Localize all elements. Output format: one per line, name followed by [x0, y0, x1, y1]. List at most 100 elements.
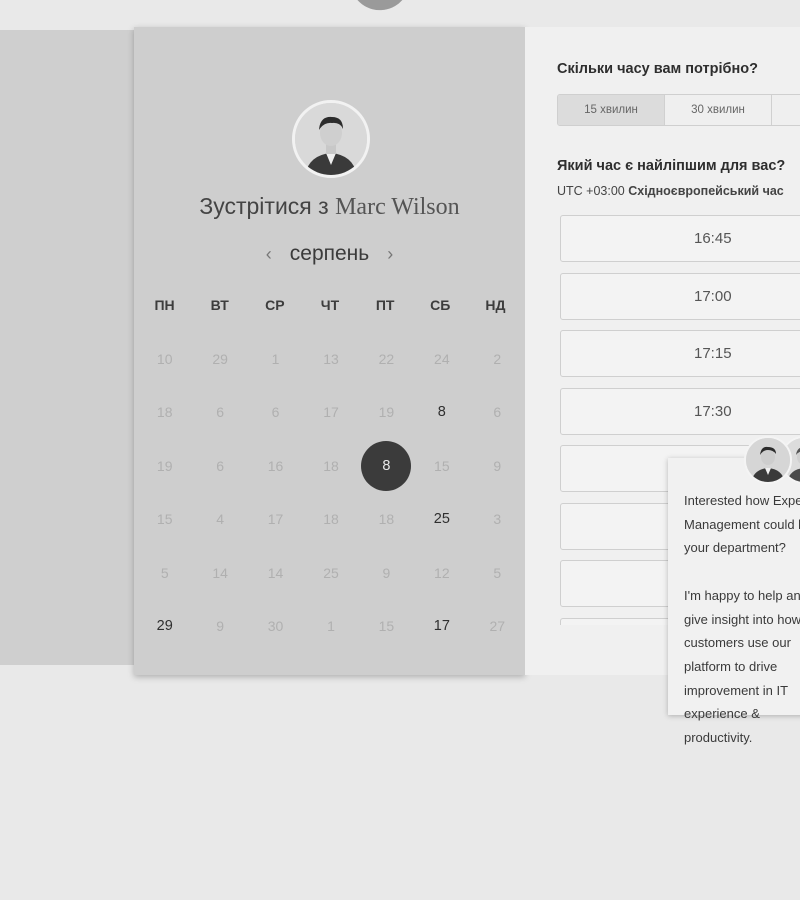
- weekday-label: СБ: [430, 297, 451, 313]
- time-slot-button[interactable]: 17:15: [560, 330, 800, 377]
- weekday-header: ПН ВТ СР ЧТ ПТ СБ НД: [137, 297, 523, 313]
- calendar-day-number: 15: [156, 511, 173, 528]
- calendar-day: 19: [359, 386, 414, 440]
- meeting-title: Зустрітися з Marc Wilson: [134, 193, 525, 221]
- calendar-week-row: 19 6 16 18 8 15 9: [137, 439, 525, 493]
- calendar-day-number: 17: [323, 404, 339, 421]
- calendar-day: 6: [470, 386, 525, 440]
- calendar-day-selected[interactable]: 8: [359, 439, 414, 493]
- chat-popup[interactable]: Interested how Expert Management could h…: [668, 458, 800, 745]
- calendar-day: 18: [303, 439, 358, 493]
- calendar-day-number: 18: [323, 511, 339, 528]
- duration-option-more[interactable]: [772, 95, 800, 125]
- weekday-label: ВТ: [210, 297, 229, 313]
- calendar-day[interactable]: 17: [414, 600, 469, 654]
- calendar-day-number: 1: [327, 618, 335, 635]
- timezone-offset: UTC +03:00: [557, 184, 625, 198]
- calendar-day: 3: [470, 493, 525, 547]
- weekday-label: СР: [265, 297, 285, 313]
- timezone-name: Східноєвропейський час: [628, 184, 784, 198]
- calendar-day-number: 14: [267, 564, 284, 581]
- weekday-label: НД: [485, 297, 506, 313]
- calendar-day-number: 25: [323, 564, 339, 581]
- calendar-day: 17: [248, 493, 303, 547]
- calendar-day-number: 24: [434, 350, 450, 367]
- top-decorative-shape: [350, 0, 414, 15]
- calendar-day-number: 2: [493, 350, 502, 367]
- host-name: Marc Wilson: [335, 194, 460, 220]
- next-month-chevron-icon[interactable]: ›: [383, 244, 397, 265]
- calendar-day-number: 29: [212, 350, 228, 367]
- calendar-day-number: 19: [378, 404, 395, 421]
- calendar-day-number: 12: [434, 564, 450, 581]
- calendar-day: 25: [303, 546, 358, 600]
- current-month: серпень: [289, 242, 370, 265]
- weekday-label: ЧТ: [320, 297, 340, 313]
- calendar-day: 15: [137, 493, 192, 547]
- calendar-day: 18: [137, 386, 192, 440]
- calendar-grid: 10 29 1 13 22 24 2 18 6 6 17 19 8 6 19 6 16 18 8 15 9 15 4 17 18…: [137, 332, 525, 653]
- calendar-day-number: 27: [489, 618, 506, 635]
- calendar-day: 9: [359, 546, 414, 600]
- calendar-day-number: 9: [493, 457, 502, 474]
- calendar-day: 4: [192, 493, 247, 547]
- duration-selector: 15 хвилин 30 хвилин: [557, 94, 800, 126]
- calendar-day[interactable]: 25: [414, 493, 469, 547]
- calendar-day-number: 18: [323, 457, 339, 474]
- calendar-day-number: 9: [216, 618, 225, 635]
- calendar-day-number: 6: [216, 457, 225, 474]
- host-avatar: [292, 100, 370, 178]
- calendar-day: 5: [470, 546, 525, 600]
- time-slot-button[interactable]: 17:30: [560, 387, 800, 435]
- calendar-week-row: 18 6 6 17 19 8 6: [137, 386, 525, 440]
- calendar-day-number: 6: [271, 404, 280, 421]
- calendar-day[interactable]: 29: [137, 600, 192, 654]
- calendar-day: 19: [137, 439, 192, 493]
- calendar-day[interactable]: 8: [414, 386, 469, 440]
- calendar-day-number: 6: [216, 404, 225, 421]
- time-slot-button[interactable]: 16:45: [560, 215, 800, 262]
- calendar-day-number: 22: [378, 350, 395, 367]
- calendar-day-number: 14: [212, 564, 228, 581]
- calendar-week-row: 15 4 17 18 18 25 3: [137, 493, 525, 547]
- calendar-day: 16: [248, 439, 303, 493]
- calendar-day: 6: [192, 439, 247, 493]
- calendar-day-number: 9: [382, 564, 391, 581]
- calendar-day: 5: [137, 546, 192, 600]
- calendar-day: 14: [248, 546, 303, 600]
- month-navigation: ‹ серпень ›: [134, 239, 525, 269]
- calendar-day: 27: [470, 600, 525, 654]
- time-slot-button[interactable]: 17:00: [560, 272, 800, 320]
- calendar-day-number: 17: [267, 511, 284, 528]
- calendar-day: 13: [303, 332, 358, 386]
- calendar-day: 1: [303, 600, 358, 654]
- calendar-day: 6: [248, 386, 303, 440]
- calendar-day-number: 29: [156, 618, 173, 635]
- calendar-day: 14: [192, 546, 247, 600]
- title-prefix: Зустрітися з: [199, 193, 329, 219]
- calendar-day: 9: [192, 600, 247, 654]
- calendar-day-number: 18: [378, 511, 395, 528]
- chat-avatar[interactable]: [744, 436, 792, 484]
- calendar-day-number: 8: [437, 404, 446, 421]
- backdrop-panel: [0, 30, 135, 665]
- calendar-day-number: 30: [267, 618, 284, 635]
- chat-message: Interested how Expert Management could h…: [684, 493, 800, 746]
- calendar-day-number: 25: [433, 511, 450, 528]
- weekday-label: ПН: [154, 297, 175, 313]
- calendar-day-number: 10: [156, 350, 173, 367]
- calendar-day: 18: [303, 493, 358, 547]
- calendar-day-number: 16: [267, 457, 284, 474]
- time-question: Який час є найліпшим для вас?: [557, 158, 786, 174]
- calendar-day-number: 17: [433, 618, 450, 635]
- calendar-week-row: 5 14 14 25 9 12 5: [137, 546, 525, 600]
- duration-option-15[interactable]: 15 хвилин: [558, 95, 665, 125]
- prev-month-chevron-icon[interactable]: ‹: [262, 244, 276, 265]
- calendar-day-number: 6: [493, 404, 502, 421]
- calendar-day-number: 15: [378, 618, 395, 635]
- timezone-label: UTC +03:00 Східноєвропейський час: [557, 184, 784, 198]
- calendar-day-number: 18: [156, 404, 173, 421]
- calendar-day: 15: [359, 600, 414, 654]
- calendar-day: 6: [192, 386, 247, 440]
- duration-option-30[interactable]: 30 хвилин: [665, 95, 772, 125]
